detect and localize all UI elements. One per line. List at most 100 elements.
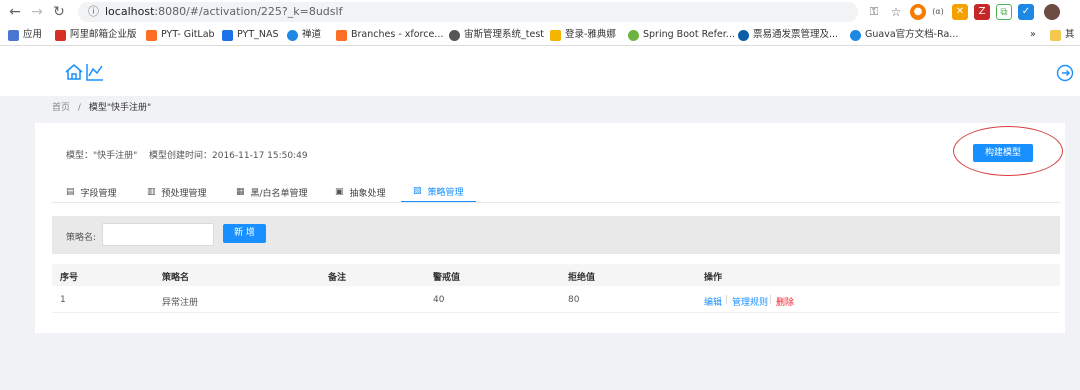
invoice-icon [738,29,749,41]
zentao-icon [287,29,298,41]
guava-icon [850,29,861,41]
strategy-name-input[interactable] [102,223,214,246]
breadcrumb: 首页 / 模型"快手注册" [52,100,151,113]
extension-icon[interactable]: ✓ [1018,4,1034,20]
extension-icon[interactable]: ● [910,4,926,20]
gitlab-icon [146,29,157,41]
bookmark-item[interactable]: Spring Boot Refer... [628,27,735,43]
add-button[interactable]: 新 增 [223,224,266,243]
mail-icon [55,29,66,41]
url-path: :8080/#/activation/225?_k=8udslf [154,5,343,18]
bookmark-label: 登录-雅典娜 [565,29,616,40]
bookmark-item[interactable]: 宙斯管理系统_test [449,27,544,43]
url-host: localhost [105,5,155,18]
breadcrumb-current: 模型"快手注册" [88,103,152,113]
bookmark-item[interactable]: 禅道 [287,27,321,43]
tab-label: 抽象处理 [349,188,386,199]
tab-blacklist-management[interactable]: ▦ 黑/白名单管理 [236,181,308,203]
bookmark-item[interactable]: PYT_NAS [222,27,279,43]
bookmarks-bar: 应用 阿里邮箱企业版 PYT- GitLab PYT_NAS 禅道 Branch… [0,24,1080,46]
bookmark-label: 禅道 [302,29,322,40]
cell-reject: 80 [568,295,580,305]
tab-label: 字段管理 [80,188,117,199]
bookmark-item[interactable]: 票易通发票管理及... [738,27,838,43]
bookmark-label: 应用 [23,29,43,40]
column-header-actions: 操作 [704,273,723,283]
column-header-name: 策略名 [162,273,190,283]
tab-label: 策略管理 [427,187,464,198]
address-bar-row: ← → ↻ ⓘ localhost:8080/#/activation/225?_… [0,0,1080,24]
home-icon[interactable] [64,63,84,81]
extension-icon[interactable]: Z [974,4,990,20]
column-header-warn: 警戒值 [433,273,461,283]
info-icon[interactable]: ⓘ [88,5,99,18]
bookmarks-more-icon[interactable]: » [1030,27,1036,43]
doc-icon: ▥ [147,187,156,197]
url-bar[interactable]: ⓘ localhost:8080/#/activation/225?_k=8uds… [78,2,858,22]
reload-icon[interactable]: ↻ [50,3,68,21]
edit-link[interactable]: 编辑 [704,295,722,308]
gitlab-icon [336,29,347,41]
avatar[interactable] [1044,4,1060,20]
apps-icon [8,29,19,41]
globe-icon [449,29,460,41]
bookmark-label: PYT_NAS [237,29,279,40]
app-header [0,46,1080,96]
cell-warn: 40 [433,295,445,305]
model-name: 模型："快手注册" [66,151,138,161]
folder-icon [1050,29,1061,41]
forward-icon[interactable]: → [28,3,46,21]
key-icon[interactable]: ⚿ [866,4,882,20]
extension-icon[interactable]: (α) [930,4,946,20]
action-separator: | [725,295,729,305]
table-header [52,264,1060,286]
model-created-time: 模型创建时间：2016-11-17 15:50:49 [149,151,308,161]
bookmark-item[interactable]: Branches - xforce... [336,27,443,43]
tab-label: 预处理管理 [161,188,207,199]
breadcrumb-separator: / [77,103,81,113]
bookmark-item[interactable]: 应用 [8,27,42,43]
column-header-note: 备注 [328,273,347,283]
bookmark-label: 其 [1065,29,1075,40]
tab-strategy-management[interactable]: ▧ 策略管理 [401,181,476,203]
tab-preprocess-management[interactable]: ▥ 预处理管理 [147,181,207,203]
build-model-button[interactable]: 构建模型 [973,144,1033,162]
cell-name: 异常注册 [162,298,199,308]
cell-index: 1 [60,295,66,305]
tab-field-management[interactable]: ▤ 字段管理 [66,181,117,203]
bookmark-label: 阿里邮箱企业版 [70,29,137,40]
logout-icon[interactable] [1056,64,1074,82]
bookmark-item[interactable]: 登录-雅典娜 [550,27,616,43]
browser-chrome: ← → ↻ ⓘ localhost:8080/#/activation/225?_… [0,0,1080,46]
action-separator: | [769,295,773,305]
back-icon[interactable]: ← [6,3,24,21]
other-bookmarks[interactable]: 其 [1050,27,1075,43]
extension-icon[interactable]: ✕ [952,4,968,20]
bookmark-label: 宙斯管理系统_test [464,29,544,40]
tabs-divider [52,202,1060,203]
bookmark-item[interactable]: 阿里邮箱企业版 [55,27,137,43]
breadcrumb-home[interactable]: 首页 [52,103,70,113]
bookmark-item[interactable]: Guava官方文档-Ra... [850,27,958,43]
athena-icon [550,29,561,41]
bookmark-label: PYT- GitLab [161,29,215,40]
line-chart-icon[interactable] [85,62,105,82]
star-icon[interactable]: ☆ [888,4,904,20]
column-header-reject: 拒绝值 [568,273,596,283]
extension-icon[interactable]: ⧉ [996,4,1012,20]
tab-abstract-processing[interactable]: ▣ 抽象处理 [335,181,386,203]
bookmark-label: Spring Boot Refer... [643,29,735,40]
abstract-icon: ▣ [335,187,344,197]
bookmark-label: 票易通发票管理及... [753,29,839,40]
nas-icon [222,29,233,41]
bookmark-label: Branches - xforce... [351,29,444,40]
bookmark-item[interactable]: PYT- GitLab [146,27,215,43]
bookmark-label: Guava官方文档-Ra... [865,29,959,40]
bookmarks-more-label: » [1030,29,1036,40]
grid-icon: ▦ [236,187,245,197]
file-icon: ▤ [66,187,75,197]
manage-rules-link[interactable]: 管理规则 [732,295,768,308]
spring-icon [628,29,639,41]
tab-label: 黑/白名单管理 [250,188,308,199]
delete-link[interactable]: 删除 [776,295,794,308]
